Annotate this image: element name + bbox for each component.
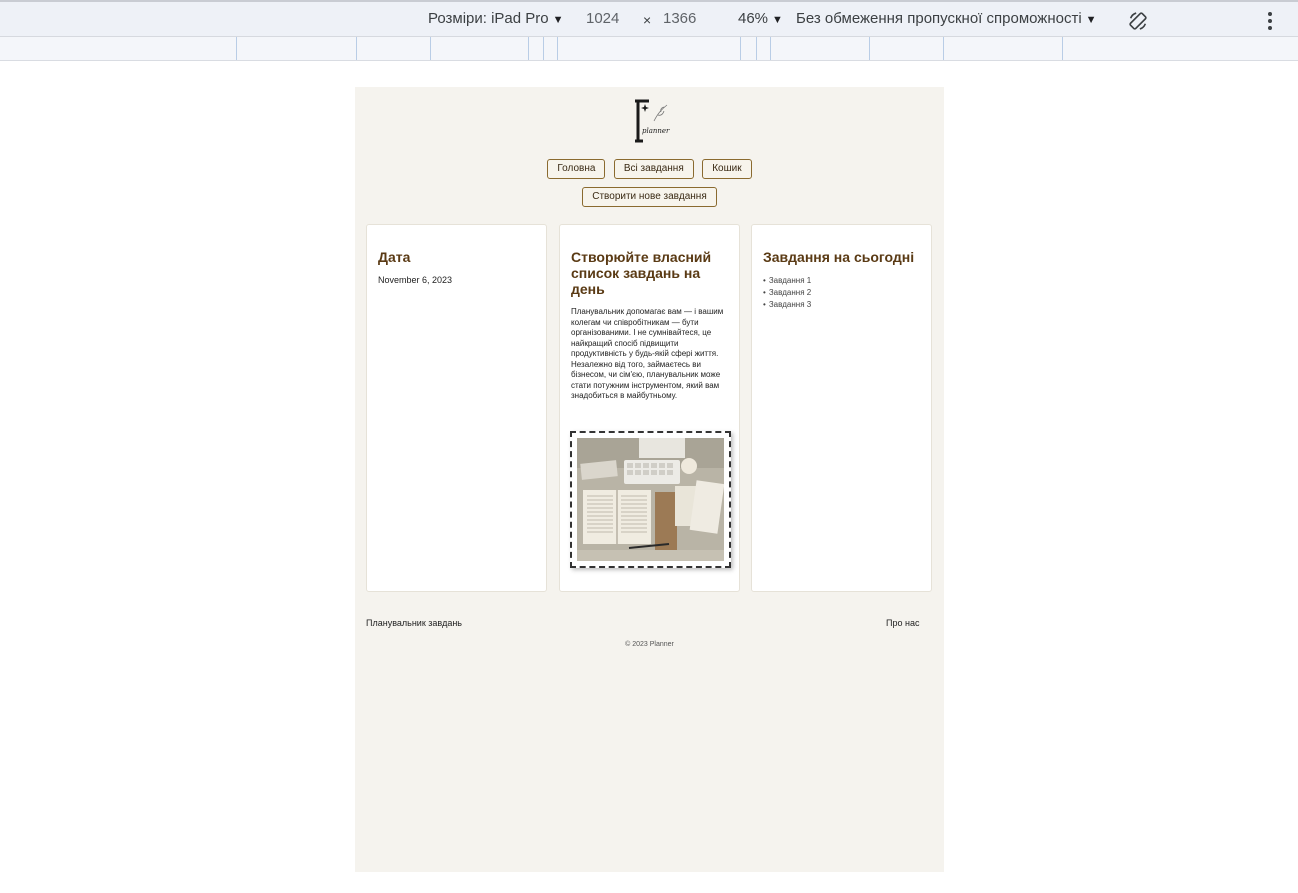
create-nav: Створити нове завдання xyxy=(355,186,944,207)
footer-brand-link[interactable]: Планувальник завдань xyxy=(366,618,462,628)
rotate-icon[interactable] xyxy=(1127,10,1149,32)
zoom-select[interactable]: 46% ▼ xyxy=(738,10,783,27)
chevron-down-icon: ▼ xyxy=(772,14,783,26)
device-dimensions-label: Розміри: iPad Pro xyxy=(428,10,549,27)
throttling-select[interactable]: Без обмеження пропускної спроможності ▼ xyxy=(796,10,1097,27)
today-card: Завдання на сьогодні Завдання 1 Завдання… xyxy=(751,224,932,592)
ruler-marker[interactable] xyxy=(740,37,741,60)
chevron-down-icon: ▼ xyxy=(552,14,564,26)
current-date: November 6, 2023 xyxy=(378,275,453,285)
intro-card-title: Створюйте власний список завдань на день xyxy=(571,249,712,297)
all-tasks-button[interactable]: Всі завдання xyxy=(613,159,694,179)
intro-card: Створюйте власний список завдань на день… xyxy=(559,224,740,592)
ruler-marker[interactable] xyxy=(430,37,431,60)
home-button[interactable]: Головна xyxy=(547,159,606,179)
date-card-title: Дата xyxy=(378,249,411,265)
svg-text:planner: planner xyxy=(642,127,670,135)
ruler-marker[interactable] xyxy=(756,37,757,60)
throttling-label: Без обмеження пропускної спроможності xyxy=(796,10,1082,27)
zoom-label: 46% xyxy=(738,10,769,27)
intro-card-text: Планувальник допомагає вам — і вашим кол… xyxy=(571,307,724,400)
create-task-button[interactable]: Створити нове завдання xyxy=(582,187,717,207)
chevron-down-icon: ▼ xyxy=(1085,14,1097,26)
trash-button[interactable]: Кошик xyxy=(702,159,752,179)
ruler-marker[interactable] xyxy=(356,37,357,60)
device-dimensions-select[interactable]: Розміри: iPad Pro ▼ xyxy=(428,10,564,27)
ruler-marker[interactable] xyxy=(543,37,544,60)
list-item[interactable]: Завдання 3 xyxy=(763,299,811,311)
task-list: Завдання 1 Завдання 2 Завдання 3 xyxy=(763,275,811,311)
ruler-marker[interactable] xyxy=(236,37,237,60)
times-separator: × xyxy=(643,12,652,28)
footer-about-link[interactable]: Про нас xyxy=(886,618,919,628)
ruler-marker[interactable] xyxy=(943,37,944,60)
today-card-title: Завдання на сьогодні xyxy=(763,249,915,265)
height-input[interactable]: 1366 xyxy=(663,10,696,27)
ruler-marker[interactable] xyxy=(770,37,771,60)
media-query-ruler xyxy=(0,37,1298,61)
desk-photo xyxy=(577,438,724,561)
width-input[interactable]: 1024 xyxy=(586,10,619,27)
date-card: Дата November 6, 2023 xyxy=(366,224,547,592)
planner-logo[interactable]: planner xyxy=(630,99,672,143)
ruler-marker[interactable] xyxy=(528,37,529,60)
ruler-marker[interactable] xyxy=(1062,37,1063,60)
ruler-marker[interactable] xyxy=(557,37,558,60)
ruler-marker[interactable] xyxy=(869,37,870,60)
list-item[interactable]: Завдання 1 xyxy=(763,275,811,287)
main-nav: Головна Всі завдання Кошик xyxy=(355,158,944,179)
more-vert-icon[interactable] xyxy=(1266,12,1274,32)
copyright: © 2023 Planner xyxy=(625,641,674,648)
photo-frame xyxy=(570,431,731,568)
device-toolbar: Розміри: iPad Pro ▼ 1024 × 1366 46% ▼ Без … xyxy=(0,0,1298,37)
list-item[interactable]: Завдання 2 xyxy=(763,287,811,299)
emulated-page: planner Головна Всі завдання Кошик Створ… xyxy=(355,87,944,872)
